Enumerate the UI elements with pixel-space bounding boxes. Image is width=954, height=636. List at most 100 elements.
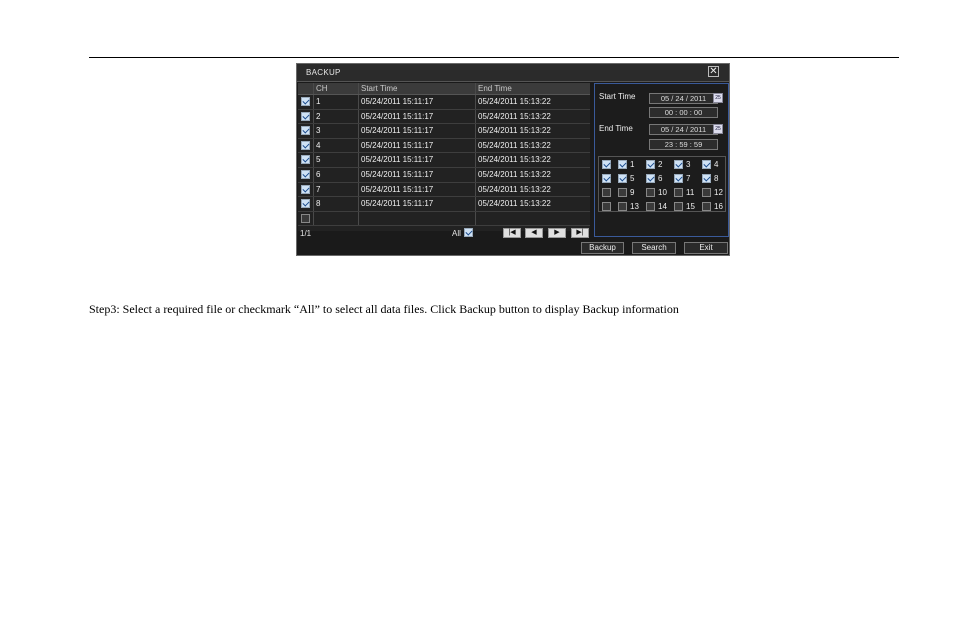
table-row[interactable]: 7 05/24/2011 15:11:17 05/24/2011 15:13:22 [298, 182, 590, 198]
row-checkbox[interactable] [301, 155, 310, 165]
table-row[interactable]: 6 05/24/2011 15:11:17 05/24/2011 15:13:22 [298, 168, 590, 183]
channel-checkbox[interactable] [674, 174, 683, 183]
row-checkbox[interactable] [301, 126, 310, 136]
channel-checkbox[interactable] [618, 202, 627, 211]
end-date-field[interactable]: 05 / 24 / 2011 [649, 124, 718, 135]
row-checkbox[interactable] [301, 111, 310, 121]
row-checkbox[interactable] [301, 199, 310, 209]
channel-cell: 4 [313, 138, 358, 153]
channel-label: 6 [658, 174, 663, 183]
row-check-cell [298, 139, 313, 153]
channel-label: 1 [630, 160, 635, 169]
end-time-cell: 05/24/2011 15:13:22 [475, 182, 590, 197]
start-time-cell: 05/24/2011 15:11:17 [358, 153, 475, 167]
start-date-field[interactable]: 05 / 24 / 2011 [649, 93, 718, 104]
channel-label: 2 [658, 160, 663, 169]
channel-checkbox[interactable] [646, 160, 655, 169]
row-checkbox[interactable] [301, 213, 310, 223]
prev-page-button[interactable]: ◀ [525, 228, 543, 238]
end-time-cell: 05/24/2011 15:13:22 [475, 109, 590, 124]
row-checkbox[interactable] [301, 170, 310, 179]
channel-checkbox[interactable] [646, 174, 655, 183]
channel-checkbox[interactable] [702, 174, 711, 183]
channel-checkbox[interactable] [674, 202, 683, 211]
table-row[interactable]: 3 05/24/2011 15:11:17 05/24/2011 15:13:22 [298, 124, 590, 139]
calendar-icon[interactable]: 25 [713, 93, 723, 103]
row-checkbox[interactable] [301, 140, 310, 150]
channel-checkbox[interactable] [646, 188, 655, 197]
table-row[interactable]: 5 05/24/2011 15:11:17 05/24/2011 15:13:22 [298, 153, 590, 168]
row-check-cell [298, 183, 313, 197]
backup-dialog: BACKUP ✕ CH Start Time End Time 1 05/24/2… [296, 63, 730, 256]
table-row[interactable]: 8 05/24/2011 15:11:17 05/24/2011 15:13:22 [298, 197, 590, 212]
all-checkbox[interactable] [464, 228, 473, 237]
page-rule [89, 57, 899, 58]
search-button[interactable]: Search [632, 242, 676, 254]
row-check-cell [298, 197, 313, 211]
end-time-cell: 05/24/2011 15:13:22 [475, 124, 590, 138]
channel-checkbox[interactable] [674, 160, 683, 169]
close-icon[interactable]: ✕ [708, 66, 719, 77]
first-page-button[interactable]: |◀ [503, 228, 521, 238]
end-time-cell: 05/24/2011 15:13:22 [475, 168, 590, 182]
row-check-cell [298, 168, 313, 182]
table-row[interactable]: 2 05/24/2011 15:11:17 05/24/2011 15:13:22 [298, 109, 590, 125]
channel-checkbox[interactable] [618, 174, 627, 183]
channel-row-checkbox[interactable] [602, 174, 611, 183]
channel-cell: 7 [313, 182, 358, 197]
table-row[interactable]: 1 05/24/2011 15:11:17 05/24/2011 15:13:22 [298, 95, 590, 110]
table-row[interactable]: 4 05/24/2011 15:11:17 05/24/2011 15:13:22 [298, 138, 590, 154]
channel-label: 11 [686, 188, 695, 197]
start-time-cell: 05/24/2011 15:11:17 [358, 124, 475, 138]
channel-checkbox[interactable] [646, 202, 655, 211]
start-time-cell: 05/24/2011 15:11:17 [358, 95, 475, 109]
channel-label: 9 [630, 188, 635, 197]
channel-row-checkbox[interactable] [602, 188, 611, 197]
header-start-time: Start Time [358, 83, 475, 94]
dialog-title: BACKUP [306, 68, 341, 77]
channel-cell: 3 [313, 124, 358, 138]
channel-grid: 1 2 3 4 5 6 7 8 9 10 11 12 13 14 15 16 [598, 156, 726, 212]
end-time-field[interactable]: 23 : 59 : 59 [649, 139, 718, 150]
channel-label: 15 [686, 202, 695, 211]
calendar-icon[interactable]: 25 [713, 124, 723, 134]
channel-cell: 6 [313, 168, 358, 182]
channel-cell: 1 [313, 95, 358, 109]
start-time-cell: 05/24/2011 15:11:17 [358, 138, 475, 153]
end-time-cell: 05/24/2011 15:13:22 [475, 138, 590, 153]
row-checkbox[interactable] [301, 97, 310, 106]
channel-cell: 8 [313, 197, 358, 211]
channel-label: 10 [658, 188, 667, 197]
channel-checkbox[interactable] [702, 160, 711, 169]
channel-label: 4 [714, 160, 719, 169]
channel-checkbox[interactable] [702, 202, 711, 211]
channel-cell: 5 [313, 153, 358, 167]
channel-row-checkbox[interactable] [602, 202, 611, 211]
channel-checkbox[interactable] [674, 188, 683, 197]
channel-label: 3 [686, 160, 691, 169]
channel-checkbox[interactable] [702, 188, 711, 197]
backup-button[interactable]: Backup [581, 242, 624, 254]
next-page-button[interactable]: ▶ [548, 228, 566, 238]
channel-checkbox[interactable] [618, 188, 627, 197]
record-table: CH Start Time End Time 1 05/24/2011 15:11… [298, 83, 590, 231]
start-time-cell: 05/24/2011 15:11:17 [358, 109, 475, 124]
channel-label: 8 [714, 174, 719, 183]
channel-row-checkbox[interactable] [602, 160, 611, 169]
exit-button[interactable]: Exit [684, 242, 728, 254]
row-check-cell [298, 212, 313, 226]
start-time-field[interactable]: 00 : 00 : 00 [649, 107, 718, 118]
row-checkbox[interactable] [301, 184, 310, 194]
start-time-label: Start Time [599, 92, 636, 101]
channel-label: 12 [714, 188, 723, 197]
row-check-cell [298, 95, 313, 109]
row-check-cell [298, 110, 313, 124]
channel-label: 5 [630, 174, 635, 183]
end-time-cell: 05/24/2011 15:13:22 [475, 95, 590, 109]
dialog-titlebar: BACKUP ✕ [297, 64, 729, 82]
header-check-col [298, 83, 313, 94]
last-page-button[interactable]: ▶| [571, 228, 589, 238]
table-row[interactable] [298, 211, 590, 227]
channel-checkbox[interactable] [618, 160, 627, 169]
row-check-cell [298, 153, 313, 167]
